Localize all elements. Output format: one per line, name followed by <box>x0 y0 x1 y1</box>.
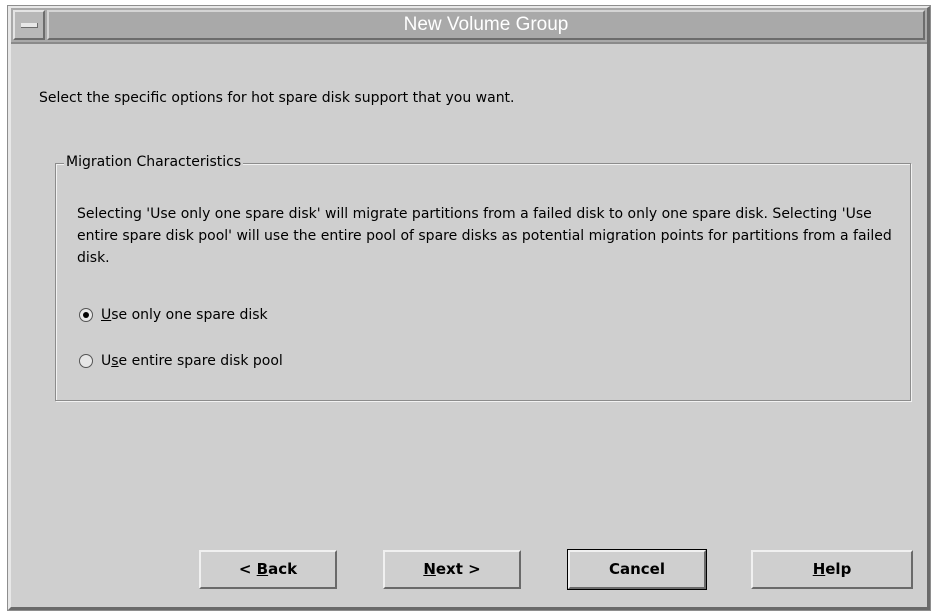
title-bar[interactable]: New Volume Group <box>11 8 927 44</box>
radio-label-one-spare: Use only one spare disk <box>101 307 268 323</box>
window-title: New Volume Group <box>403 14 569 35</box>
window-menu-button[interactable] <box>13 10 45 40</box>
radio-label-entire-pool: Use entire spare disk pool <box>101 353 283 369</box>
radio-use-one-spare-disk[interactable]: Use only one spare disk <box>79 307 268 323</box>
radio-unselected-icon[interactable] <box>79 354 93 368</box>
group-label: Migration Characteristics <box>64 154 244 170</box>
migration-characteristics-group: Migration Characteristics Selecting 'Use… <box>55 154 911 401</box>
dialog-window: New Volume Group Select the specific opt… <box>7 5 931 611</box>
radio-use-entire-pool[interactable]: Use entire spare disk pool <box>79 353 283 369</box>
help-button[interactable]: Help <box>751 550 913 589</box>
title-area[interactable]: New Volume Group <box>47 10 925 40</box>
next-button[interactable]: Next > <box>383 550 521 589</box>
radio-selected-icon[interactable] <box>79 308 93 322</box>
back-button[interactable]: < Back <box>199 550 337 589</box>
group-description: Selecting 'Use only one spare disk' will… <box>77 206 892 266</box>
window-menu-icon <box>21 23 38 28</box>
cancel-button[interactable]: Cancel <box>567 549 707 590</box>
instruction-text: Select the specific options for hot spar… <box>39 90 515 106</box>
